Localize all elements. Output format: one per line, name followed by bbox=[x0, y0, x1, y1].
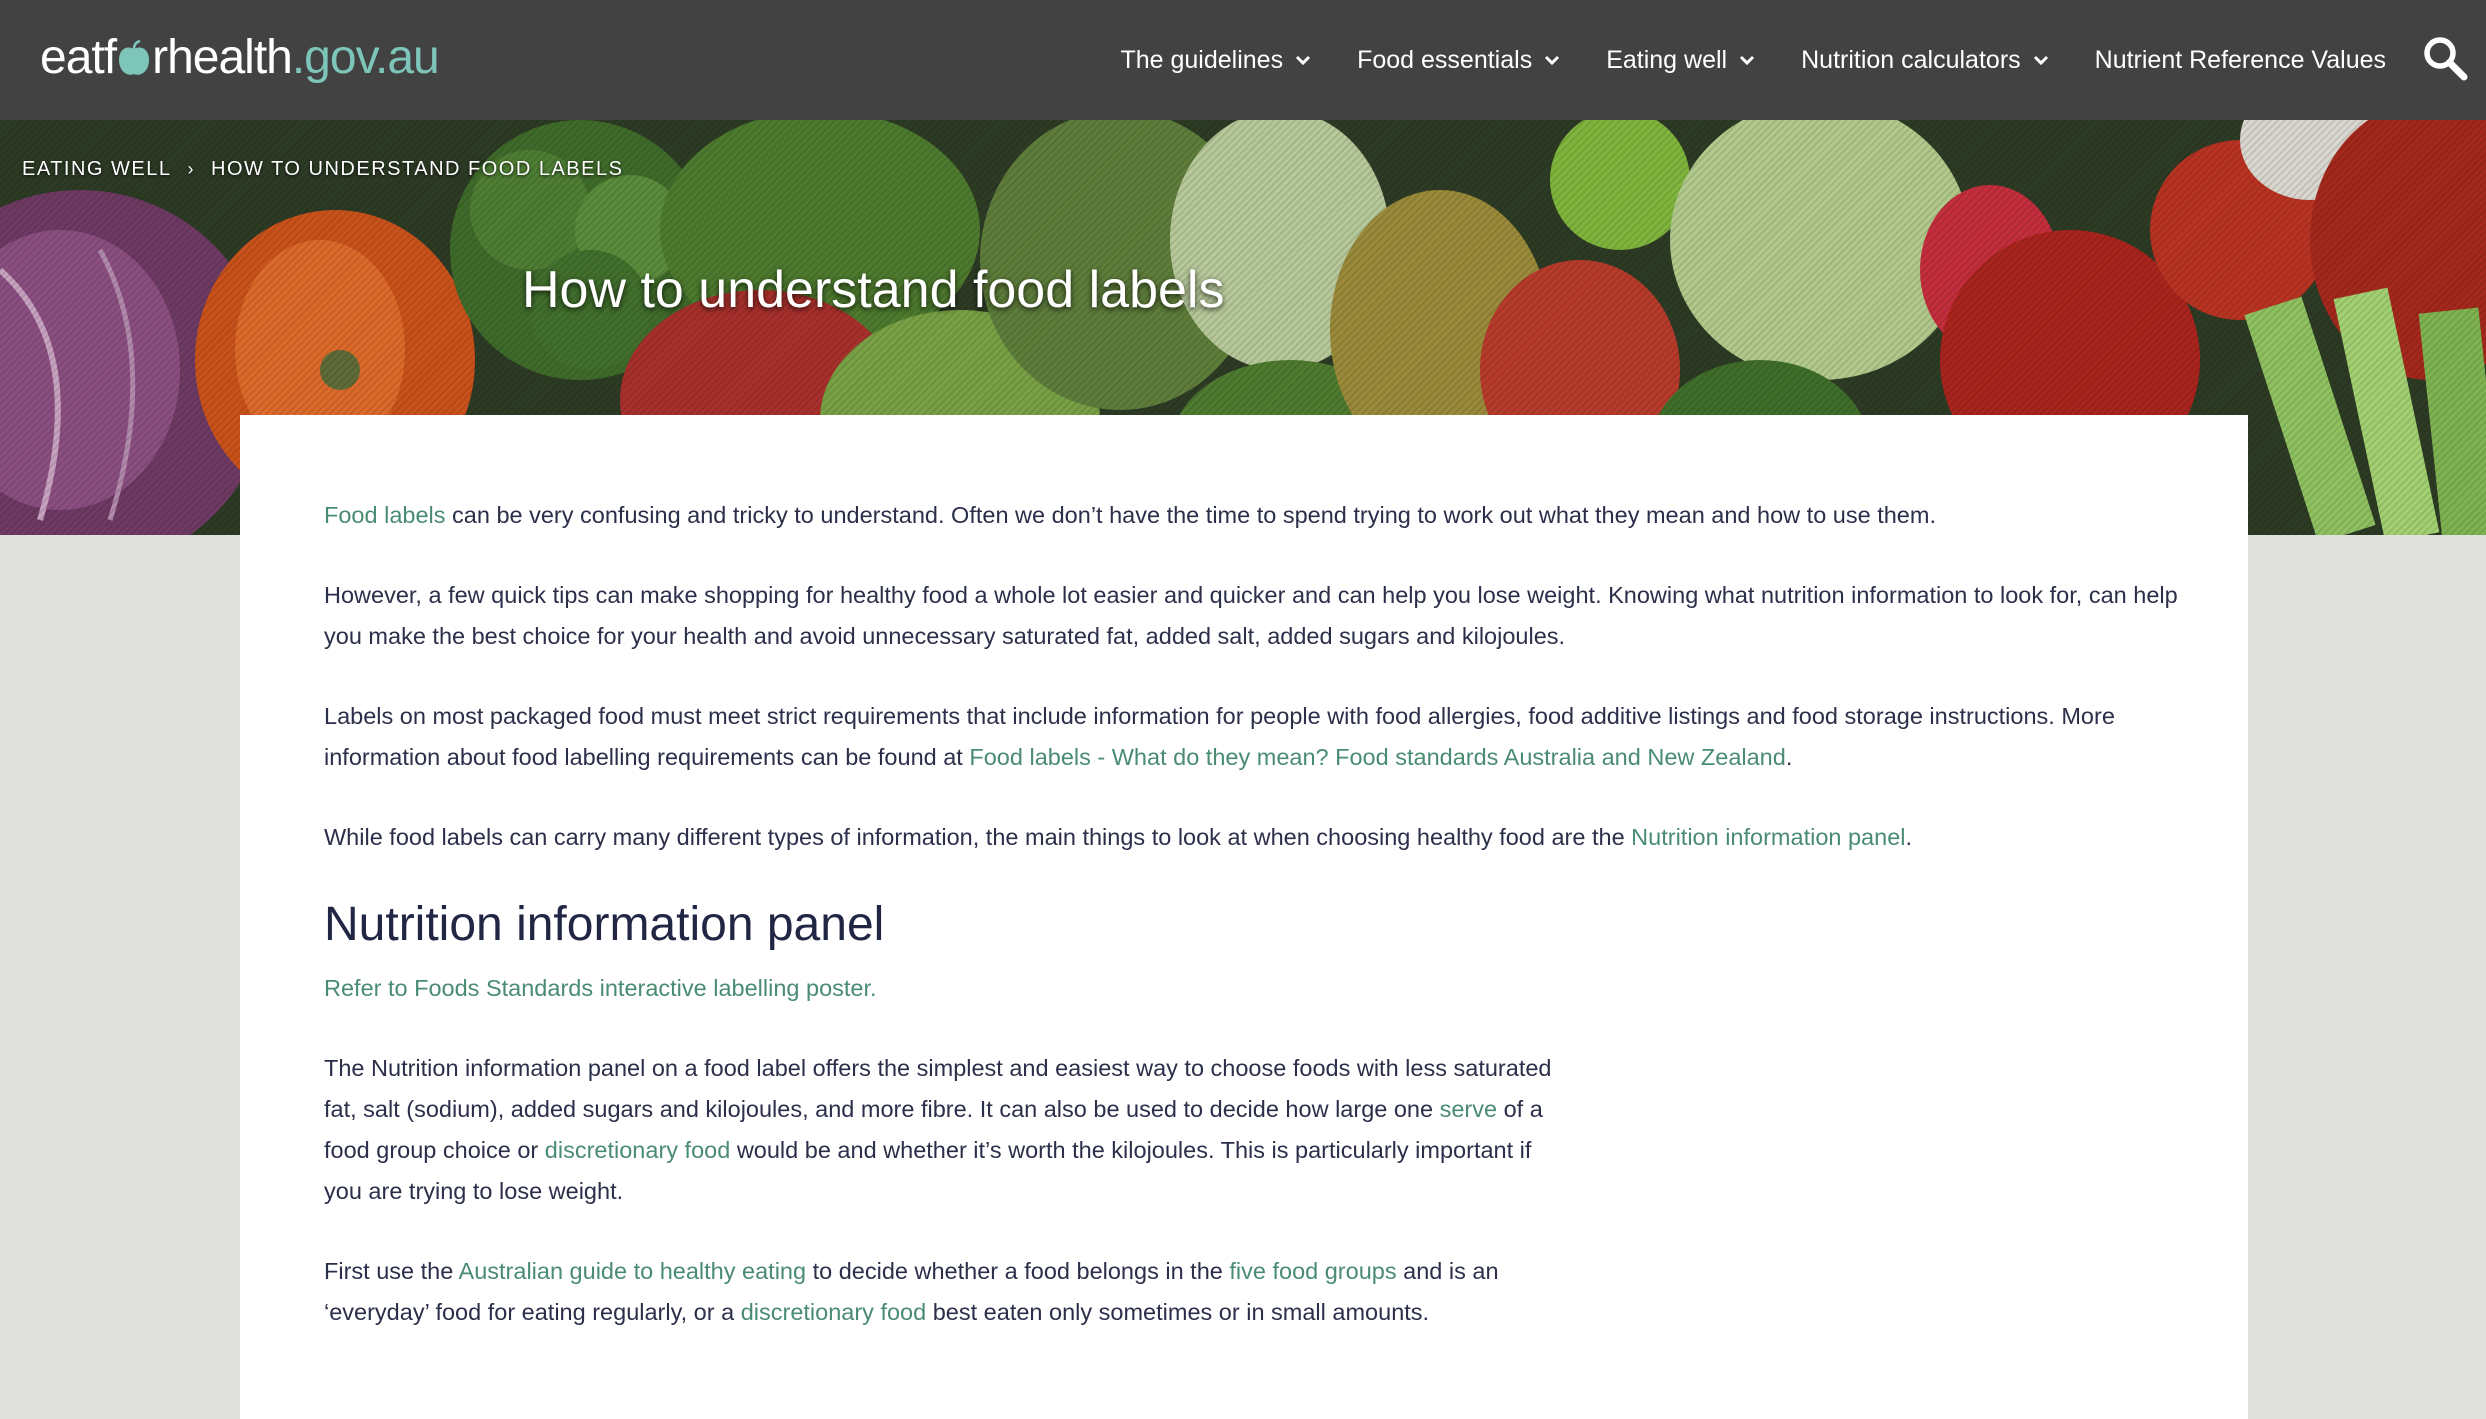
discretionary-food-link[interactable]: discretionary food bbox=[741, 1299, 927, 1325]
nav-item-label: Eating well bbox=[1606, 45, 1728, 74]
paragraph-text: First use the bbox=[324, 1258, 459, 1284]
nav-item-label: Nutrient Reference Values bbox=[2094, 45, 2386, 74]
paragraph-intro: Food labels can be very confusing and tr… bbox=[324, 495, 2204, 536]
breadcrumb-current: HOW TO UNDERSTAND FOOD LABELS bbox=[211, 158, 624, 180]
fsanz-link[interactable]: Food labels - What do they mean? Food st… bbox=[969, 744, 1785, 770]
site-logo[interactable]: eat f rhealth .gov.au bbox=[40, 22, 440, 92]
breadcrumb-separator-icon: › bbox=[187, 159, 195, 179]
chevron-down-icon bbox=[2033, 55, 2048, 66]
logo-text-domain: .gov.au bbox=[291, 30, 440, 84]
nutrition-panel-link[interactable]: Nutrition information panel bbox=[1631, 824, 1905, 850]
article-body: Food labels can be very confusing and tr… bbox=[324, 495, 2204, 1333]
chevron-down-icon bbox=[1545, 55, 1560, 66]
site-header: eat f rhealth .gov.au The guidelines Food e… bbox=[0, 0, 2486, 120]
serve-link[interactable]: serve bbox=[1440, 1096, 1497, 1122]
paragraph-first-use: First use the Australian guide to health… bbox=[324, 1251, 1544, 1333]
logo-text-eat: eat bbox=[40, 30, 105, 84]
labelling-poster-link[interactable]: Refer to Foods Standards interactive lab… bbox=[324, 968, 2204, 1009]
nav-item-nutrient-reference-values[interactable]: Nutrient Reference Values bbox=[2095, 46, 2386, 75]
apple-icon bbox=[119, 40, 150, 75]
nav-item-food-essentials[interactable]: Food essentials bbox=[1357, 46, 1560, 75]
chevron-down-icon bbox=[1296, 55, 1311, 66]
paragraph-requirements: Labels on most packaged food must meet s… bbox=[324, 696, 2204, 778]
paragraph-end: . bbox=[1905, 824, 1913, 850]
paragraph-text: best eaten only sometimes or in small am… bbox=[926, 1299, 1430, 1325]
food-labels-link[interactable]: Food labels bbox=[324, 502, 446, 528]
section-heading: Nutrition information panel bbox=[324, 898, 885, 951]
paragraph-tips: However, a few quick tips can make shopp… bbox=[324, 582, 2178, 649]
main-nav: The guidelines Food essentials Eating we… bbox=[1074, 0, 2386, 120]
five-food-groups-link[interactable]: five food groups bbox=[1229, 1258, 1396, 1284]
nav-item-label: The guidelines bbox=[1120, 45, 1284, 74]
nav-item-nutrition-calculators[interactable]: Nutrition calculators bbox=[1801, 46, 2049, 75]
paragraph-text: While food labels can carry many differe… bbox=[324, 824, 1632, 850]
paragraph-panel-info: The Nutrition information panel on a foo… bbox=[324, 1048, 1574, 1212]
page-title: How to understand food labels bbox=[522, 261, 1225, 319]
paragraph-text: to decide whether a food belongs in the bbox=[806, 1258, 1230, 1284]
nav-item-eating-well[interactable]: Eating well bbox=[1606, 46, 1755, 75]
paragraph-text: can be very confusing and tricky to unde… bbox=[445, 502, 1936, 528]
search-icon[interactable] bbox=[2420, 33, 2470, 83]
paragraph-text: The Nutrition information panel on a foo… bbox=[324, 1055, 1552, 1122]
breadcrumb-link-eating-well[interactable]: EATING WELL bbox=[22, 158, 172, 181]
logo-text-health: rhealth bbox=[152, 30, 293, 84]
nav-item-label: Food essentials bbox=[1357, 45, 1533, 74]
chevron-down-icon bbox=[1740, 55, 1755, 66]
paragraph-main-things: While food labels can carry many differe… bbox=[324, 817, 2204, 858]
discretionary-food-link[interactable]: discretionary food bbox=[545, 1137, 731, 1163]
paragraph-end: . bbox=[1785, 744, 1793, 770]
healthy-eating-guide-link[interactable]: Australian guide to healthy eating bbox=[459, 1258, 807, 1284]
nav-item-label: Nutrition calculators bbox=[1801, 45, 2021, 74]
breadcrumb: EATING WELL › HOW TO UNDERSTAND FOOD LAB… bbox=[22, 158, 623, 181]
nav-item-guidelines[interactable]: The guidelines bbox=[1120, 46, 1311, 75]
logo-text-f: f bbox=[103, 30, 117, 84]
content-card: Food labels can be very confusing and tr… bbox=[240, 415, 2248, 1419]
